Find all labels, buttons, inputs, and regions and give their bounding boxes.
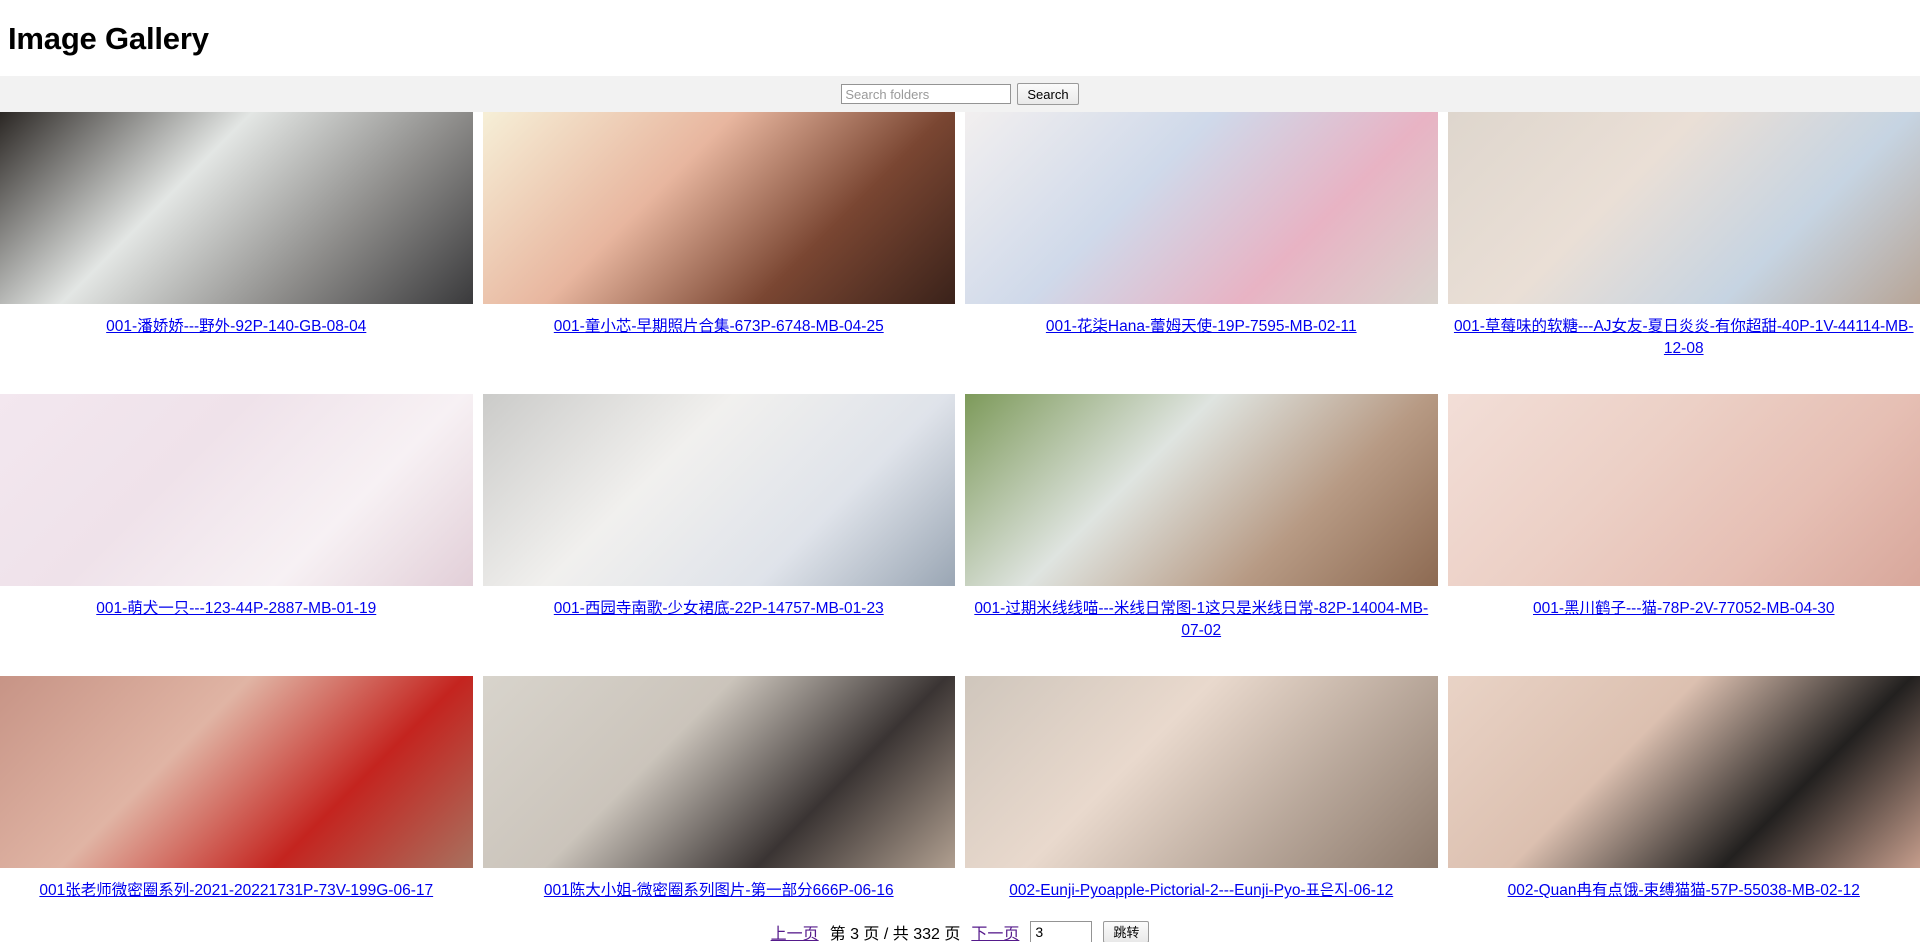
page-jump-button[interactable]: 跳转	[1103, 921, 1150, 942]
row-spacer	[0, 642, 473, 676]
gallery-item-caption[interactable]: 001-萌犬一只---123-44P-2887-MB-01-19	[0, 586, 473, 620]
gallery-item-caption[interactable]: 001-童小芯-早期照片合集-673P-6748-MB-04-25	[483, 304, 956, 338]
thumbnail-surface	[1447, 394, 1920, 587]
gallery-item[interactable]: 001张老师微密圈系列-2021-20221731P-73V-199G-06-1…	[0, 676, 473, 902]
row-spacer	[1448, 642, 1920, 676]
search-input[interactable]	[841, 84, 1012, 105]
gallery-item[interactable]: 001-草莓味的软糖---AJ女友-夏日炎炎-有你超甜-40P-1V-44114…	[1447, 112, 1920, 360]
page-jump-input[interactable]	[1030, 921, 1093, 942]
pagination-bar: 上一页 第 3 页 / 共 332 页 下一页 跳转	[0, 902, 1920, 942]
thumbnail-surface	[482, 676, 955, 869]
gallery-item[interactable]: 001-花柒Hana-蕾姆天使-19P-7595-MB-02-11	[965, 112, 1438, 360]
page-status-text: 第 3 页 / 共 332 页	[829, 926, 961, 942]
thumbnail-image[interactable]	[1447, 394, 1920, 587]
thumbnail-image[interactable]	[0, 112, 473, 305]
thumbnail-image[interactable]	[0, 676, 473, 869]
page-title: Image Gallery	[8, 21, 209, 56]
gallery-item-caption[interactable]: 001-草莓味的软糖---AJ女友-夏日炎炎-有你超甜-40P-1V-44114…	[1448, 304, 1920, 360]
row-spacer	[483, 642, 956, 676]
gallery-item[interactable]: 001-萌犬一只---123-44P-2887-MB-01-19	[0, 394, 473, 642]
thumbnail-surface	[965, 676, 1438, 869]
gallery-item[interactable]: 001-过期米线线喵---米线日常图-1这只是米线日常-82P-14004-MB…	[965, 394, 1438, 642]
thumbnail-surface	[1447, 112, 1920, 305]
row-spacer	[0, 360, 473, 394]
gallery-item[interactable]: 001-童小芯-早期照片合集-673P-6748-MB-04-25	[482, 112, 956, 360]
search-bar: Search	[0, 76, 1920, 113]
thumbnail-image[interactable]	[482, 676, 955, 869]
gallery-item[interactable]: 001-潘娇娇---野外-92P-140-GB-08-04	[0, 112, 473, 360]
thumbnail-image[interactable]	[965, 112, 1438, 305]
thumbnail-image[interactable]	[965, 676, 1438, 869]
gallery-item-caption[interactable]: 001-西园寺南歌-少女裙底-22P-14757-MB-01-23	[483, 586, 956, 620]
thumbnail-surface	[482, 112, 955, 305]
thumbnail-surface	[965, 112, 1438, 305]
thumbnail-surface	[0, 394, 473, 587]
gallery-item-caption[interactable]: 001陈大小姐-微密圈系列图片-第一部分666P-06-16	[483, 868, 956, 902]
row-spacer	[965, 360, 1438, 394]
thumbnail-image[interactable]	[482, 112, 955, 305]
thumbnail-image[interactable]	[482, 394, 955, 587]
row-spacer	[483, 360, 956, 394]
gallery-grid: 001-潘娇娇---野外-92P-140-GB-08-04 001-童小芯-早期照…	[0, 112, 1920, 902]
thumbnail-surface	[1447, 676, 1920, 869]
gallery-item-caption[interactable]: 002-Quan冉有点饿-束缚猫猫-57P-55038-MB-02-12	[1448, 868, 1920, 902]
thumbnail-image[interactable]	[965, 394, 1438, 587]
search-button[interactable]: Search	[1017, 83, 1079, 106]
gallery-item[interactable]: 002-Quan冉有点饿-束缚猫猫-57P-55038-MB-02-12	[1447, 676, 1920, 902]
gallery-item-caption[interactable]: 001张老师微密圈系列-2021-20221731P-73V-199G-06-1…	[0, 868, 473, 902]
thumbnail-surface	[0, 676, 473, 869]
gallery-item[interactable]: 002-Eunji-Pyoapple-Pictorial-2---Eunji-P…	[965, 676, 1438, 902]
gallery-item-caption[interactable]: 001-过期米线线喵---米线日常图-1这只是米线日常-82P-14004-MB…	[965, 586, 1438, 642]
thumbnail-image[interactable]	[1447, 676, 1920, 869]
gallery-item[interactable]: 001-黑川鹤子---猫-78P-2V-77052-MB-04-30	[1447, 394, 1920, 642]
thumbnail-surface	[482, 394, 955, 587]
gallery-item-caption[interactable]: 001-黑川鹤子---猫-78P-2V-77052-MB-04-30	[1448, 586, 1920, 620]
thumbnail-surface	[965, 394, 1438, 587]
thumbnail-image[interactable]	[0, 394, 473, 587]
gallery-item[interactable]: 001-西园寺南歌-少女裙底-22P-14757-MB-01-23	[482, 394, 956, 642]
gallery-item-caption[interactable]: 001-潘娇娇---野外-92P-140-GB-08-04	[0, 304, 473, 338]
gallery-item[interactable]: 001陈大小姐-微密圈系列图片-第一部分666P-06-16	[482, 676, 956, 902]
next-page-link[interactable]: 下一页	[971, 920, 1019, 942]
prev-page-link[interactable]: 上一页	[771, 920, 819, 942]
thumbnail-surface	[0, 112, 473, 305]
gallery-item-caption[interactable]: 001-花柒Hana-蕾姆天使-19P-7595-MB-02-11	[965, 304, 1438, 338]
row-spacer	[965, 642, 1438, 676]
thumbnail-image[interactable]	[1447, 112, 1920, 305]
gallery-item-caption[interactable]: 002-Eunji-Pyoapple-Pictorial-2---Eunji-P…	[965, 868, 1438, 902]
row-spacer	[1448, 360, 1920, 394]
